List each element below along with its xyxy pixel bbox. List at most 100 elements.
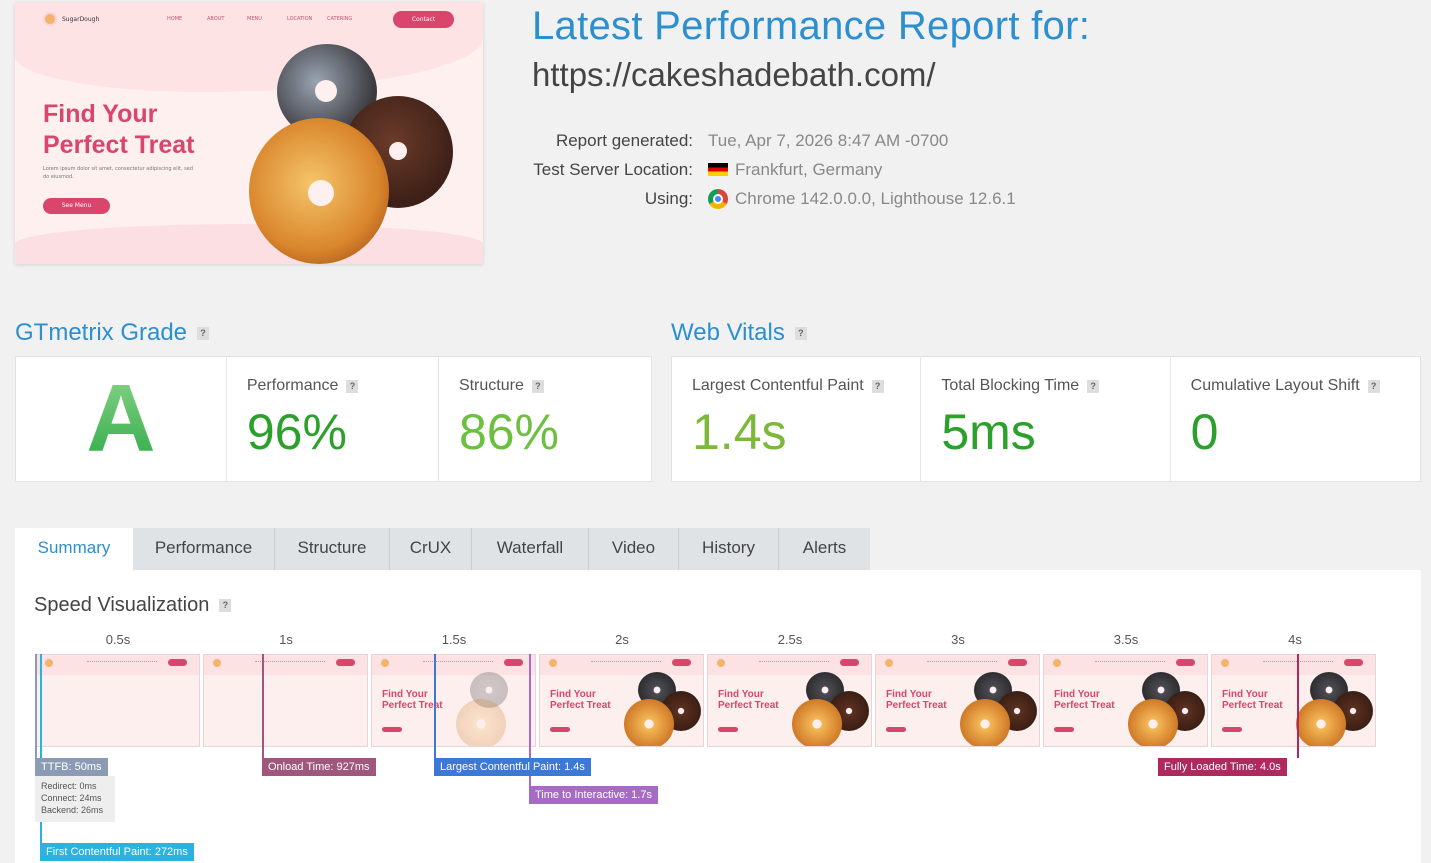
frame-hero-line2: Perfect Treat [1054,700,1115,711]
help-icon[interactable]: ? [1367,379,1380,393]
thumbnail-hero-text: Lorem ipsum dolor sit amet, consectetur … [43,166,193,180]
help-icon[interactable]: ? [794,326,807,340]
thumbnail-nav-item: ABOUT [207,16,225,22]
server-location-label: Test Server Location: [533,159,693,179]
timeline-tick: 3.5s [1113,632,1139,647]
performance-value: 96% [246,404,347,460]
help-icon[interactable]: ? [197,326,210,340]
thumbnail-contact-button: Contact [393,11,454,28]
help-icon[interactable]: ? [1087,379,1100,393]
frame-hero-line1: Find Your [718,689,764,700]
donut-logo-icon [43,12,57,26]
onload-marker[interactable]: Onload Time: 927ms [262,758,376,776]
frame-hero-line2: Perfect Treat [1222,700,1283,711]
tab-video[interactable]: Video [589,528,679,570]
ttfb-marker[interactable]: TTFB: 50ms [35,758,108,776]
timeline-tick: 1.5s [441,632,467,647]
timeline-tick: 3s [951,632,965,647]
frame-hero-line2: Perfect Treat [550,700,611,711]
report-url[interactable]: https://cakeshadebath.com/ [532,56,936,94]
web-vitals-title: Web Vitals [671,319,785,346]
website-screenshot-thumbnail[interactable]: SugarDough HOME ABOUT MENU LOCATION CATE… [15,2,483,264]
web-vitals-card: Largest Contentful Paint ? 1.4s Total Bl… [671,356,1421,482]
thumbnail-nav-item: LOCATION [287,16,313,22]
report-title: Latest Performance Report for: [532,4,1091,48]
cls-value: 0 [1190,404,1219,460]
help-icon[interactable]: ? [531,379,544,393]
tti-marker[interactable]: Time to Interactive: 1.7s [529,786,658,804]
structure-value: 86% [458,404,560,460]
lcp-metric: Largest Contentful Paint ? 1.4s [672,357,922,481]
grade-letter: A [86,365,156,472]
speed-visualization-heading: Speed Visualization ? [34,594,232,617]
timeline-tick: 2.5s [777,632,803,647]
timeline-tick: 2s [615,632,629,647]
speed-visualization-title: Speed Visualization [34,594,210,616]
gtmetrix-grade-card: A Performance ? 96% Structure ? 86% [15,356,652,482]
thumbnail-hero-heading: Find Your Perfect Treat [43,99,194,161]
ttfb-details: Redirect: 0ms Connect: 24ms Backend: 26m… [35,776,115,822]
tab-history[interactable]: History [679,528,779,570]
performance-label: Performance [246,377,339,394]
filmstrip-frame[interactable]: Find Your Perfect Treat [875,654,1040,747]
filmstrip-frame[interactable] [203,654,368,747]
backend-time: Backend: 26ms [41,805,104,815]
thumbnail-logo-text: SugarDough [62,15,100,23]
filmstrip-frame[interactable]: Find Your Perfect Treat [1043,654,1208,747]
fully-loaded-marker[interactable]: Fully Loaded Time: 4.0s [1158,758,1287,776]
report-tabs: Summary Performance Structure CrUX Water… [15,528,870,570]
fcp-marker[interactable]: First Contentful Paint: 272ms [40,843,194,861]
glazed-donut-image [249,118,389,264]
structure-metric: Structure ? 86% [439,357,651,481]
thumbnail-nav-item: MENU [247,16,262,22]
filmstrip-frame[interactable]: Find Your Perfect Treat [1211,654,1376,747]
filmstrip-frame[interactable] [35,654,200,747]
tab-performance[interactable]: Performance [133,528,275,570]
structure-label: Structure [458,377,524,394]
timeline-tick: 0.5s [105,632,131,647]
tbt-value: 5ms [941,404,1036,460]
help-icon[interactable]: ? [871,379,884,393]
report-generated-label: Report generated: [555,130,693,150]
help-icon[interactable]: ? [346,379,359,393]
tab-waterfall[interactable]: Waterfall [472,528,589,570]
thumbnail-nav-item: HOME [167,16,183,22]
lcp-marker[interactable]: Largest Contentful Paint: 1.4s [434,758,591,776]
gtmetrix-grade-heading: GTmetrix Grade ? [15,319,210,347]
germany-flag-icon [708,163,728,176]
chrome-icon [708,188,728,209]
lcp-label: Largest Contentful Paint [692,377,864,394]
help-icon[interactable]: ? [219,599,232,612]
thumbnail-nav: HOME ABOUT MENU LOCATION CATERING [167,16,367,22]
redirect-time: Redirect: 0ms [41,781,97,791]
tab-alerts[interactable]: Alerts [779,528,870,570]
lcp-line [434,654,436,758]
thumbnail-menu-button: See Menu [43,198,110,214]
onload-line [262,654,264,758]
connect-time: Connect: 24ms [41,793,102,803]
thumbnail-nav-item: CATERING [327,16,353,22]
frame-hero-line1: Find Your [886,689,932,700]
frame-hero-line1: Find Your [1054,689,1100,700]
filmstrip-frame[interactable]: Find Your Perfect Treat [539,654,704,747]
thumbnail-logo: SugarDough [43,12,99,26]
timeline-tick: 4s [1288,632,1302,647]
frame-hero-line1: Find Your [1222,689,1268,700]
thumbnail-hero-line2: Perfect Treat [43,131,195,159]
filmstrip-frame[interactable]: Find Your Perfect Treat [707,654,872,747]
server-location-value: Frankfurt, Germany [735,159,883,179]
report-meta: Report generated: Tue, Apr 7, 2026 8:47 … [520,126,1016,213]
gtmetrix-grade-title: GTmetrix Grade [15,319,188,346]
tbt-metric: Total Blocking Time ? 5ms [921,357,1171,481]
tab-structure[interactable]: Structure [275,528,390,570]
fully-loaded-line [1297,654,1299,758]
frame-hero-line1: Find Your [550,689,596,700]
thumbnail-hero-line1: Find Your [43,100,158,128]
tbt-label: Total Blocking Time [941,377,1080,394]
filmstrip-frame[interactable]: Find Your Perfect Treat [371,654,536,747]
thumbnail-footer-wave [15,224,483,264]
tab-summary[interactable]: Summary [15,528,133,570]
tab-crux[interactable]: CrUX [390,528,472,570]
frame-hero-line2: Perfect Treat [886,700,947,711]
web-vitals-heading: Web Vitals ? [671,319,807,347]
